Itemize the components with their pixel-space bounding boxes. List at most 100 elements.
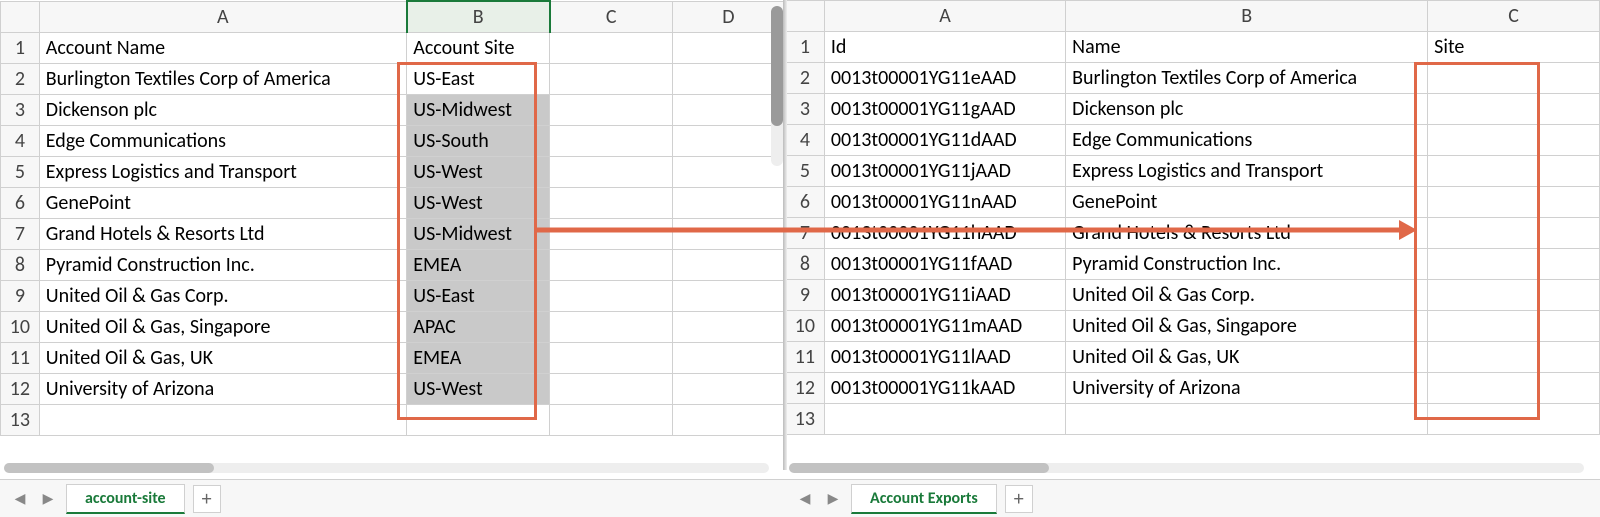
cell[interactable]: US-West (407, 373, 550, 404)
select-all-corner[interactable] (786, 1, 825, 32)
cell[interactable]: Burlington Textiles Corp of America (1066, 63, 1428, 94)
cell[interactable] (1428, 156, 1600, 187)
spreadsheet-grid[interactable]: A B C 1 Id Name Site 2 0013t00001YG11eAA… (785, 0, 1600, 435)
cell[interactable] (1428, 249, 1600, 280)
row-header[interactable]: 9 (786, 280, 825, 311)
row-header[interactable]: 4 (786, 125, 825, 156)
row-header[interactable]: 2 (786, 63, 825, 94)
row-header[interactable]: 13 (1, 404, 40, 435)
col-header-D[interactable]: D (672, 1, 784, 32)
cell[interactable]: 0013t00001YG11iAAD (824, 280, 1065, 311)
row-header[interactable]: 10 (786, 311, 825, 342)
cell[interactable]: Grand Hotels & Resorts Ltd (39, 218, 407, 249)
cell[interactable] (672, 280, 784, 311)
sheet-tab-active[interactable]: Account Exports (851, 484, 997, 514)
spreadsheet-grid[interactable]: A B C D 1 Account Name Account Site 2 Bu… (0, 0, 785, 436)
cell[interactable]: United Oil & Gas Corp. (39, 280, 407, 311)
cell[interactable]: 0013t00001YG11dAAD (824, 125, 1065, 156)
col-header-A[interactable]: A (39, 1, 407, 32)
cell[interactable] (407, 404, 550, 435)
row-header[interactable]: 11 (1, 342, 40, 373)
sheet-tab-active[interactable]: account-site (66, 484, 185, 514)
cell[interactable] (1428, 373, 1600, 404)
cell[interactable]: Account Name (39, 32, 407, 63)
scroll-thumb[interactable] (4, 463, 214, 473)
cell[interactable]: US-East (407, 63, 550, 94)
cell[interactable] (550, 63, 673, 94)
cell[interactable]: Edge Communications (39, 125, 407, 156)
add-sheet-button[interactable]: + (193, 485, 221, 513)
row-header[interactable]: 2 (1, 63, 40, 94)
cell[interactable]: Name (1066, 32, 1428, 63)
cell[interactable]: 0013t00001YG11nAAD (824, 187, 1065, 218)
row-header[interactable]: 6 (1, 187, 40, 218)
cell[interactable]: United Oil & Gas, UK (1066, 342, 1428, 373)
row-header[interactable]: 12 (1, 373, 40, 404)
cell[interactable]: GenePoint (1066, 187, 1428, 218)
row-header[interactable]: 1 (1, 32, 40, 63)
cell[interactable]: Dickenson plc (39, 94, 407, 125)
col-header-B[interactable]: B (1066, 1, 1428, 32)
cell[interactable] (672, 63, 784, 94)
cell[interactable] (1428, 218, 1600, 249)
cell[interactable]: University of Arizona (39, 373, 407, 404)
cell[interactable] (550, 125, 673, 156)
cell[interactable] (672, 342, 784, 373)
cell[interactable]: 0013t00001YG11lAAD (824, 342, 1065, 373)
cell[interactable] (1428, 342, 1600, 373)
cell[interactable]: United Oil & Gas Corp. (1066, 280, 1428, 311)
cell[interactable]: Account Site (407, 32, 550, 63)
row-header[interactable]: 13 (786, 404, 825, 435)
cell[interactable] (672, 249, 784, 280)
cell[interactable]: Express Logistics and Transport (39, 156, 407, 187)
cell[interactable]: Pyramid Construction Inc. (1066, 249, 1428, 280)
row-header[interactable]: 11 (786, 342, 825, 373)
cell[interactable]: Express Logistics and Transport (1066, 156, 1428, 187)
cell[interactable] (550, 249, 673, 280)
cell[interactable] (1066, 404, 1428, 435)
cell[interactable] (1428, 125, 1600, 156)
cell[interactable]: APAC (407, 311, 550, 342)
cell[interactable]: 0013t00001YG11eAAD (824, 63, 1065, 94)
cell[interactable]: 0013t00001YG11fAAD (824, 249, 1065, 280)
cell[interactable] (550, 342, 673, 373)
cell[interactable] (1428, 404, 1600, 435)
row-header[interactable]: 5 (786, 156, 825, 187)
cell[interactable] (550, 373, 673, 404)
horizontal-scrollbar[interactable] (4, 463, 769, 473)
row-header[interactable]: 7 (1, 218, 40, 249)
cell[interactable]: US-Midwest (407, 218, 550, 249)
cell[interactable] (1428, 63, 1600, 94)
cell[interactable]: 0013t00001YG11mAAD (824, 311, 1065, 342)
cell[interactable] (550, 280, 673, 311)
row-header[interactable]: 8 (786, 249, 825, 280)
prev-sheet-button[interactable]: ◀ (795, 489, 815, 509)
cell[interactable] (672, 218, 784, 249)
next-sheet-button[interactable]: ▶ (823, 489, 843, 509)
cell[interactable] (1428, 187, 1600, 218)
select-all-corner[interactable] (1, 1, 40, 32)
cell[interactable]: 0013t00001YG11hAAD (824, 218, 1065, 249)
cell[interactable] (672, 156, 784, 187)
cell[interactable]: 0013t00001YG11jAAD (824, 156, 1065, 187)
cell[interactable] (550, 187, 673, 218)
cell[interactable]: EMEA (407, 249, 550, 280)
cell[interactable] (550, 311, 673, 342)
cell[interactable]: Burlington Textiles Corp of America (39, 63, 407, 94)
vertical-scrollbar[interactable] (771, 6, 783, 166)
cell[interactable]: United Oil & Gas, UK (39, 342, 407, 373)
cell[interactable] (824, 404, 1065, 435)
add-sheet-button[interactable]: + (1005, 485, 1033, 513)
cell[interactable]: Edge Communications (1066, 125, 1428, 156)
cell[interactable]: Dickenson plc (1066, 94, 1428, 125)
cell[interactable] (1428, 94, 1600, 125)
cell[interactable] (550, 94, 673, 125)
cell[interactable] (39, 404, 407, 435)
cell[interactable] (672, 94, 784, 125)
cell[interactable] (1428, 311, 1600, 342)
row-header[interactable]: 9 (1, 280, 40, 311)
row-header[interactable]: 5 (1, 156, 40, 187)
prev-sheet-button[interactable]: ◀ (10, 489, 30, 509)
cell[interactable] (672, 125, 784, 156)
cell[interactable]: GenePoint (39, 187, 407, 218)
